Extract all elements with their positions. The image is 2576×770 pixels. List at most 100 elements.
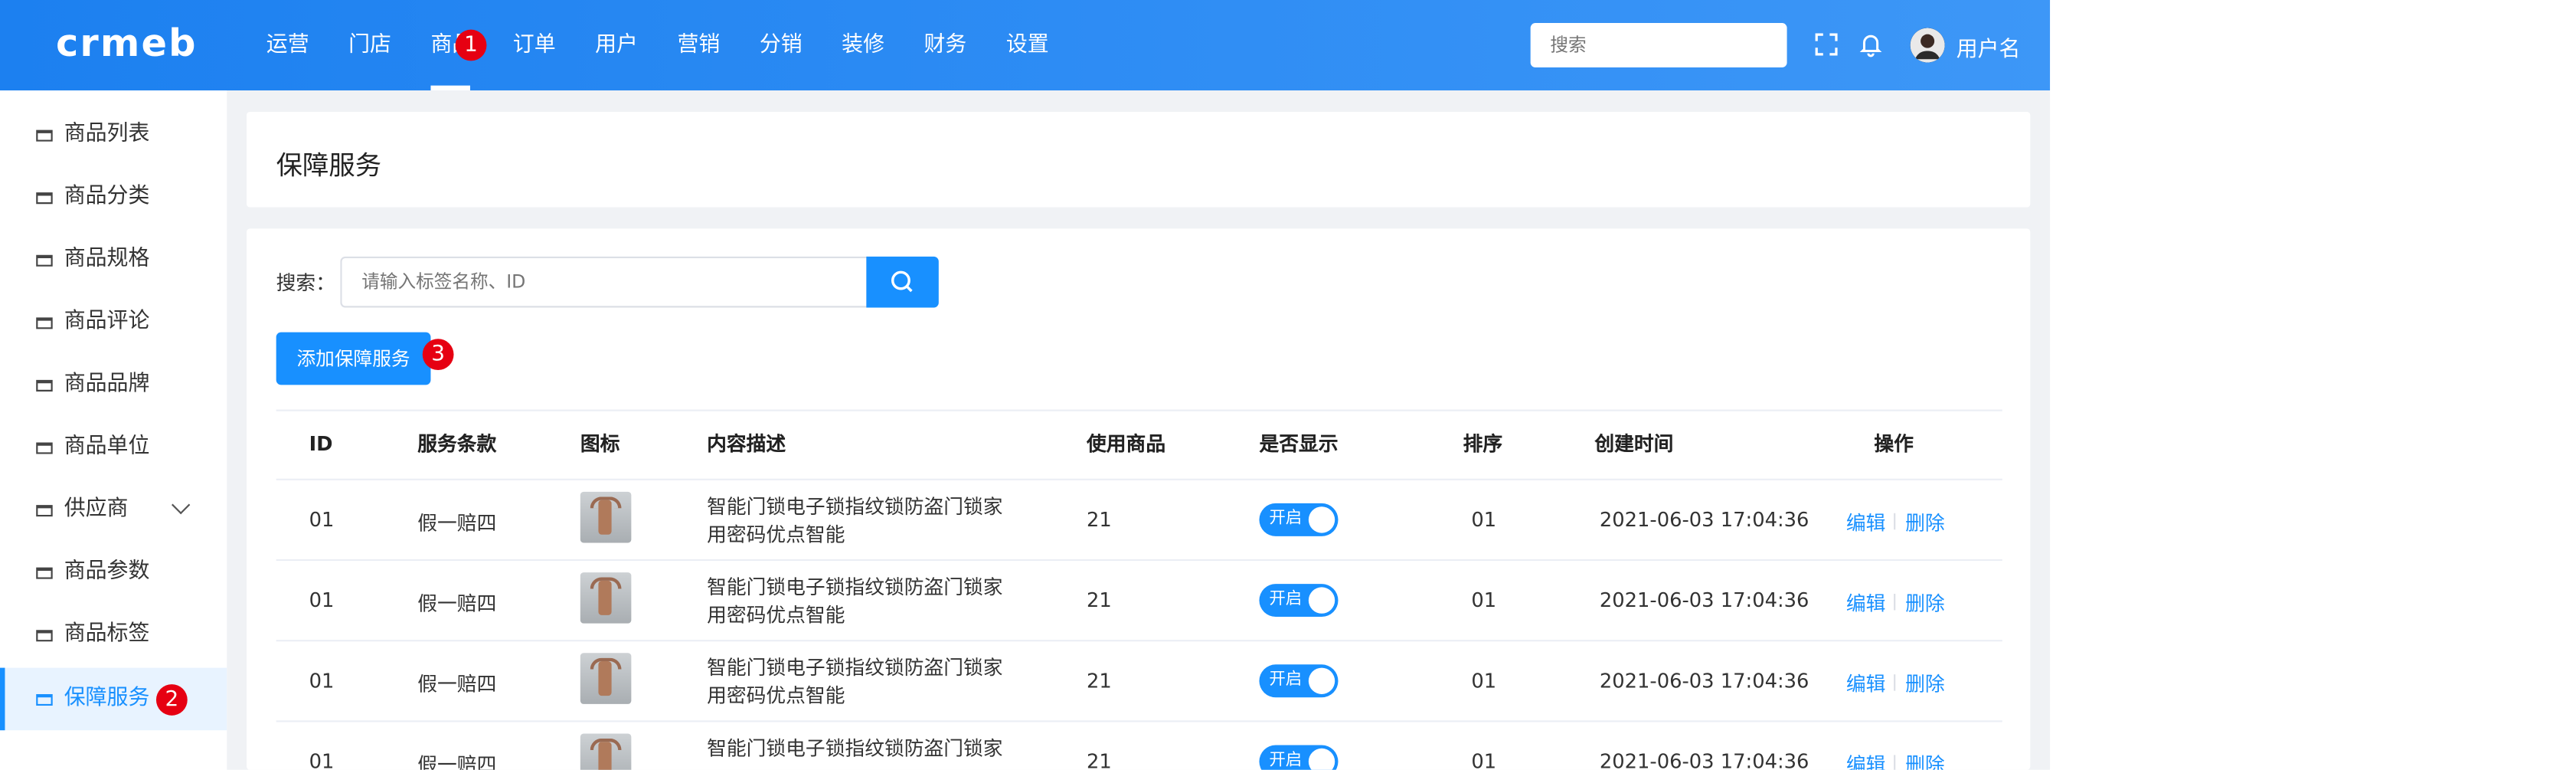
cell-sort: 01 — [1471, 508, 1497, 532]
sidebar: 商品列表 商品分类 商品规格 商品评论 商品品牌 商品单位 供应商 商品参数 商… — [0, 90, 227, 770]
display-toggle[interactable]: 开启 — [1259, 745, 1339, 770]
window-icon — [36, 505, 53, 517]
window-icon — [36, 567, 53, 579]
cell-sort: 01 — [1471, 749, 1497, 770]
cell-created: 2021-06-03 17:04:36 — [1599, 749, 1809, 770]
nav-item-distribution[interactable]: 分销 — [740, 0, 822, 90]
nav-item-marketing[interactable]: 营销 — [658, 0, 740, 90]
action-divider — [1894, 674, 1896, 691]
cell-id: 01 — [309, 669, 335, 693]
sidebar-item-product-category[interactable]: 商品分类 — [0, 166, 227, 229]
toggle-label: 开启 — [1269, 510, 1303, 529]
cell-sort: 01 — [1471, 588, 1497, 612]
table-header: ID 服务条款 图标 内容描述 使用商品 是否显示 排序 创建时间 操作 — [276, 409, 2002, 480]
col-header-description: 内容描述 — [707, 432, 786, 456]
cell-terms: 假一赔四 — [417, 591, 497, 615]
sidebar-item-label: 保障服务 — [64, 686, 150, 711]
display-toggle[interactable]: 开启 — [1259, 503, 1339, 536]
sidebar-item-label: 商品规格 — [64, 247, 150, 272]
nav-item-orders[interactable]: 订单 — [493, 0, 575, 90]
display-toggle[interactable]: 开启 — [1259, 584, 1339, 618]
nav-item-settings[interactable]: 设置 — [986, 0, 1068, 90]
sidebar-item-product-brand[interactable]: 商品品牌 — [0, 354, 227, 417]
product-thumbnail — [580, 491, 632, 543]
delete-link[interactable]: 删除 — [1905, 508, 1945, 536]
cell-created: 2021-06-03 17:04:36 — [1599, 508, 1809, 532]
sidebar-item-guarantee-service[interactable]: 保障服务 — [0, 667, 227, 731]
cell-used-products: 21 — [1087, 588, 1112, 612]
product-thumbnail — [580, 572, 632, 624]
delete-link[interactable]: 删除 — [1905, 670, 1945, 697]
window-icon — [36, 317, 53, 329]
action-divider — [1894, 755, 1896, 770]
cell-terms: 假一赔四 — [417, 673, 497, 696]
add-guarantee-button[interactable]: 添加保障服务 — [276, 332, 431, 385]
edit-link[interactable]: 编辑 — [1846, 750, 1886, 769]
search-icon — [891, 270, 913, 293]
search-button[interactable] — [866, 256, 939, 308]
display-toggle[interactable]: 开启 — [1259, 664, 1339, 698]
delete-link[interactable]: 删除 — [1905, 750, 1945, 769]
cell-used-products: 21 — [1087, 669, 1112, 693]
sidebar-item-product-unit[interactable]: 商品单位 — [0, 416, 227, 479]
cell-description-line1: 智能门锁电子锁指纹锁防盗门锁家 — [707, 656, 1003, 680]
nav-item-decoration[interactable]: 装修 — [822, 0, 904, 90]
sidebar-item-product-tags[interactable]: 商品标签 — [0, 604, 227, 667]
nav-item-stores[interactable]: 门店 — [329, 0, 410, 90]
cell-terms: 假一赔四 — [417, 753, 497, 770]
nav-item-users[interactable]: 用户 — [575, 0, 657, 90]
window-icon — [36, 254, 53, 267]
page-title: 保障服务 — [276, 149, 382, 182]
app-frame: crmeb 运营 门店 商品 订单 用户 营销 分销 装修 财务 设置 用户名 … — [0, 0, 2051, 770]
sidebar-item-product-spec[interactable]: 商品规格 — [0, 228, 227, 291]
edit-link[interactable]: 编辑 — [1846, 670, 1886, 697]
nav-item-finance[interactable]: 财务 — [904, 0, 986, 90]
col-header-icon: 图标 — [580, 432, 620, 456]
delete-link[interactable]: 删除 — [1905, 589, 1945, 617]
sidebar-item-product-reviews[interactable]: 商品评论 — [0, 291, 227, 354]
cell-created: 2021-06-03 17:04:36 — [1599, 669, 1809, 693]
col-header-id: ID — [309, 432, 333, 456]
toggle-label: 开启 — [1269, 590, 1303, 609]
search-label: 搜索： — [276, 271, 335, 295]
cell-description-line2: 用密码优点智能 — [707, 684, 845, 708]
edit-link[interactable]: 编辑 — [1846, 508, 1886, 536]
toggle-knob — [1308, 667, 1335, 694]
toggle-knob — [1308, 506, 1335, 533]
product-thumbnail — [580, 733, 632, 770]
edit-link[interactable]: 编辑 — [1846, 589, 1886, 617]
sidebar-item-label: 商品参数 — [64, 559, 150, 585]
global-search-input[interactable] — [1530, 23, 1787, 68]
app-logo[interactable]: crmeb — [56, 23, 198, 66]
toggle-knob — [1308, 748, 1335, 770]
nav-item-operations[interactable]: 运营 — [247, 0, 329, 90]
window-icon — [36, 442, 53, 454]
table-row: 01 假一赔四 智能门锁电子锁指纹锁防盗门锁家 21 开启 01 2021-06… — [276, 720, 2002, 770]
table-row: 01 假一赔四 智能门锁电子锁指纹锁防盗门锁家 用密码优点智能 21 开启 01… — [276, 559, 2002, 642]
annotation-badge-3: 3 — [422, 339, 454, 371]
username[interactable]: 用户名 — [1957, 31, 2021, 62]
annotation-badge-2: 2 — [155, 684, 188, 716]
sidebar-item-product-list[interactable]: 商品列表 — [0, 103, 227, 166]
cell-description-line1: 智能门锁电子锁指纹锁防盗门锁家 — [707, 495, 1003, 519]
avatar[interactable] — [1910, 28, 1945, 63]
window-icon — [36, 192, 53, 205]
sidebar-item-product-params[interactable]: 商品参数 — [0, 541, 227, 604]
keyword-search-input[interactable] — [340, 256, 868, 308]
col-header-terms: 服务条款 — [417, 432, 497, 456]
bell-icon[interactable] — [1858, 31, 1884, 57]
cell-used-products: 21 — [1087, 749, 1112, 770]
fullscreen-icon[interactable] — [1813, 31, 1839, 57]
toggle-knob — [1308, 587, 1335, 614]
page-header-card: 保障服务 — [247, 111, 2031, 208]
window-icon — [36, 379, 53, 392]
cell-description-line1: 智能门锁电子锁指纹锁防盗门锁家 — [707, 575, 1003, 599]
sidebar-item-supplier[interactable]: 供应商 — [0, 479, 227, 542]
main-card: 搜索： 添加保障服务 3 ID 服务条款 图标 内容描述 使用商品 是否显示 排… — [247, 228, 2031, 770]
action-divider — [1894, 593, 1896, 611]
col-header-sort: 排序 — [1463, 432, 1503, 456]
window-icon — [36, 630, 53, 642]
cell-id: 01 — [309, 588, 335, 612]
toggle-label: 开启 — [1269, 752, 1303, 770]
col-header-actions: 操作 — [1874, 432, 1914, 456]
